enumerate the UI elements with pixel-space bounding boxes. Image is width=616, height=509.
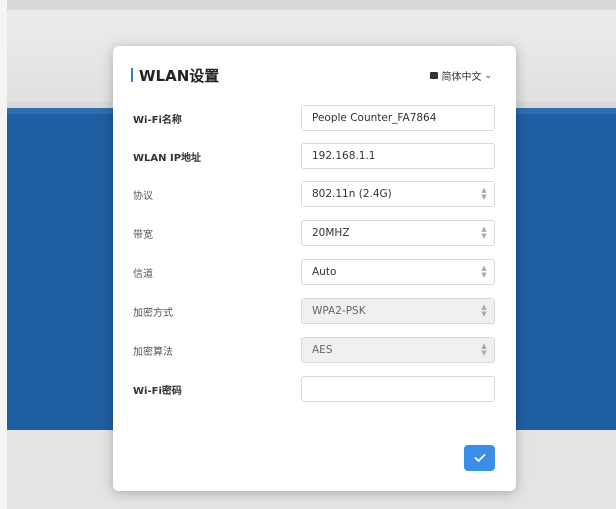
chevron-down-icon: ⌄ (484, 70, 492, 81)
background-left-strip (0, 0, 7, 509)
confirm-button[interactable] (464, 445, 495, 471)
encryption-mode-select[interactable]: WPA2-PSK ▲ ▼ (301, 298, 495, 324)
bandwidth-label: 带宽 (133, 230, 153, 241)
wifi-password-label: Wi-Fi密码 (133, 386, 182, 397)
encryption-algorithm-select[interactable]: AES ▲ ▼ (301, 337, 495, 363)
select-arrows-icon: ▲ ▼ (481, 186, 487, 201)
channel-label: 信道 (133, 269, 153, 280)
title-accent-bar (131, 68, 133, 82)
row-wifi-password: Wi-Fi密码 (113, 376, 516, 402)
channel-value: Auto (312, 266, 337, 278)
select-arrows-icon: ▲ ▼ (481, 264, 487, 279)
encryption-algorithm-value: AES (312, 344, 333, 356)
bandwidth-value: 20MHZ (312, 227, 350, 239)
row-protocol: 协议 802.11n (2.4G) ▲ ▼ (113, 181, 516, 207)
row-encryption-algorithm: 加密算法 AES ▲ ▼ (113, 337, 516, 363)
protocol-value: 802.11n (2.4G) (312, 188, 392, 200)
wifi-password-input[interactable] (301, 376, 495, 402)
select-arrows-icon: ▲ ▼ (481, 225, 487, 240)
row-encryption-mode: 加密方式 WPA2-PSK ▲ ▼ (113, 298, 516, 324)
bandwidth-select[interactable]: 20MHZ ▲ ▼ (301, 220, 495, 246)
wifi-name-label: Wi-Fi名称 (133, 115, 182, 126)
encryption-mode-value: WPA2-PSK (312, 305, 366, 317)
protocol-label: 协议 (133, 191, 153, 202)
encryption-algorithm-label: 加密算法 (133, 347, 173, 358)
protocol-select[interactable]: 802.11n (2.4G) ▲ ▼ (301, 181, 495, 207)
row-wifi-name: Wi-Fi名称 People Counter_FA7864 (113, 105, 516, 131)
row-channel: 信道 Auto ▲ ▼ (113, 259, 516, 285)
check-icon (474, 454, 485, 462)
language-label: 简体中文 (441, 72, 482, 83)
dialog-title-text: WLAN设置 (139, 66, 220, 85)
encryption-mode-label: 加密方式 (133, 308, 173, 319)
wlan-ip-input[interactable]: 192.168.1.1 (301, 143, 495, 169)
wlan-ip-label: WLAN IP地址 (133, 153, 202, 164)
row-wlan-ip: WLAN IP地址 192.168.1.1 (113, 143, 516, 169)
language-selector[interactable]: 简体中文 ⌄ (430, 68, 492, 83)
row-bandwidth: 带宽 20MHZ ▲ ▼ (113, 220, 516, 246)
globe-icon (430, 72, 439, 79)
select-arrows-icon: ▲ ▼ (481, 342, 487, 357)
select-arrows-icon: ▲ ▼ (481, 303, 487, 318)
dialog-title: WLAN设置 (131, 64, 219, 86)
wlan-settings-dialog: WLAN设置 简体中文 ⌄ Wi-Fi名称 People Counter_FA7… (113, 46, 516, 491)
channel-select[interactable]: Auto ▲ ▼ (301, 259, 495, 285)
wifi-name-input[interactable]: People Counter_FA7864 (301, 105, 495, 131)
